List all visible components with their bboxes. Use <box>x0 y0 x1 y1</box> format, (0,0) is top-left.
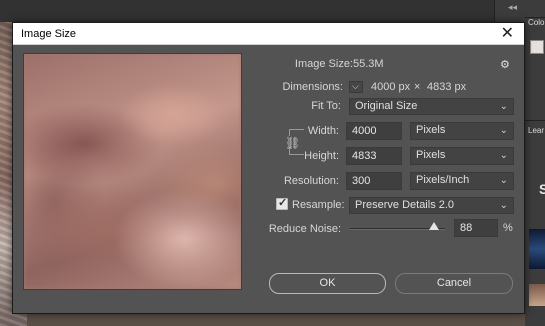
link-bracket <box>289 147 304 155</box>
document-bottom-strip <box>27 314 525 326</box>
resolution-unit-select[interactable]: Pixels/Inch ⌄ <box>410 172 514 190</box>
dialog-title: Image Size <box>21 28 77 40</box>
width-unit-select[interactable]: Pixels ⌄ <box>410 122 514 140</box>
close-button[interactable]: ✕ <box>501 25 514 42</box>
image-size-label: Image Size: <box>294 58 353 70</box>
width-input[interactable]: 4000 <box>346 122 402 140</box>
chevron-down-icon: ⌄ <box>499 150 508 161</box>
dimensions-height: 4833 px <box>427 81 467 93</box>
chevron-down-icon: ⌄ <box>499 200 508 211</box>
image-size-dialog: Image Size ✕ Image Size: 55.3M ⚙ Dimensi… <box>12 22 525 314</box>
gear-icon[interactable]: ⚙ <box>500 58 510 71</box>
resample-select[interactable]: Preserve Details 2.0 ⌄ <box>349 197 514 214</box>
panel-divider <box>525 120 545 121</box>
width-unit-value: Pixels <box>416 124 446 136</box>
chevron-down-icon: ⌄ <box>499 125 508 136</box>
color-swatch[interactable] <box>530 40 544 54</box>
image-size-value: 55.3M <box>353 58 384 70</box>
resample-value: Preserve Details 2.0 <box>355 199 455 211</box>
resolution-input[interactable]: 300 <box>346 172 402 190</box>
dimensions-width: 4000 px <box>371 81 411 93</box>
resolution-unit-value: Pixels/Inch <box>416 174 470 186</box>
chevron-down-icon: ⌵ <box>352 81 359 91</box>
reduce-noise-label: Reduce Noise: <box>268 223 341 235</box>
cancel-button[interactable]: Cancel <box>395 273 513 294</box>
resample-label: Resample: <box>292 199 345 211</box>
reduce-noise-input[interactable]: 88 <box>454 219 498 237</box>
checkmark-icon: ✓ <box>278 197 288 209</box>
link-bracket <box>289 129 304 136</box>
workspace-topbar <box>0 0 545 22</box>
image-preview[interactable] <box>23 53 242 290</box>
height-unit-value: Pixels <box>416 149 446 161</box>
panel-collapse-icon[interactable]: ◂◂ <box>508 2 517 13</box>
panel-tab-learn[interactable]: Lear <box>528 126 544 135</box>
dimensions-label: Dimensions: <box>282 81 343 93</box>
dimensions-times: × <box>414 81 421 93</box>
resolution-label: Resolution: <box>283 175 339 187</box>
learn-thumbnail[interactable] <box>529 284 545 306</box>
chevron-down-icon: ⌄ <box>499 101 508 112</box>
resample-checkbox[interactable]: ✓ <box>276 197 288 210</box>
dialog-titlebar[interactable]: Image Size ✕ <box>13 23 524 45</box>
height-input[interactable]: 4833 <box>346 147 402 165</box>
ok-button[interactable]: OK <box>269 273 386 294</box>
fit-to-select[interactable]: Original Size ⌄ <box>349 98 514 115</box>
chevron-down-icon: ⌄ <box>499 175 508 186</box>
reduce-noise-unit: % <box>503 222 513 234</box>
learn-thumbnail[interactable] <box>529 229 545 269</box>
fit-to-value: Original Size <box>355 100 418 112</box>
height-unit-select[interactable]: Pixels ⌄ <box>410 147 514 165</box>
width-label: Width: <box>307 125 339 137</box>
reduce-noise-slider-handle[interactable] <box>428 222 439 230</box>
dimensions-dropdown[interactable]: ⌵ <box>349 81 363 93</box>
height-label: Height: <box>304 150 339 162</box>
chain-link-icon[interactable]: ⛓ <box>285 136 300 150</box>
panel-tab-color[interactable]: Colo <box>528 18 544 27</box>
panel-heading-letter: S <box>539 181 545 197</box>
fit-to-label: Fit To: <box>311 100 341 112</box>
